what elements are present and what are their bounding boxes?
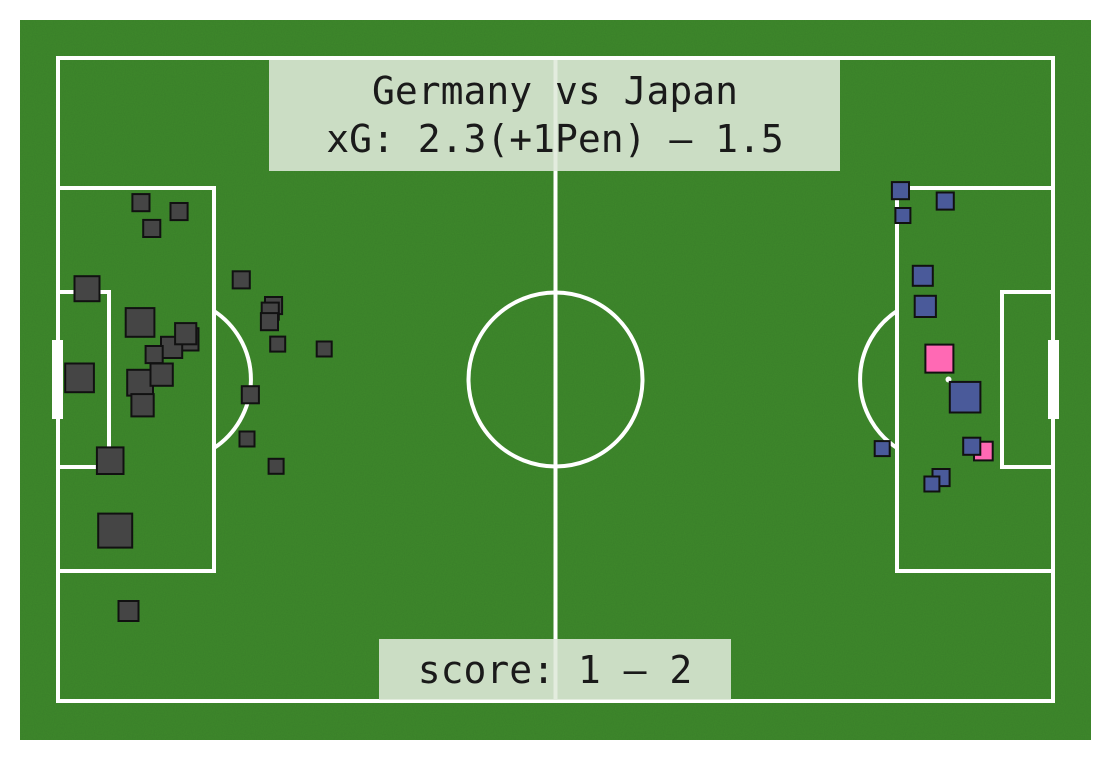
shot-marker-germany-2 [95,446,125,475]
center-spot [553,377,558,382]
shot-marker-germany-7 [130,393,155,418]
shot-marker-germany-22 [315,340,333,358]
score-box: score: 1 – 2 [379,639,731,700]
shot-marker-germany-4 [117,600,140,622]
shot-marker-japan-1 [935,191,955,211]
shot-marker-germany-21 [269,335,287,353]
shot-marker-japan-4 [911,264,934,287]
shot-marker-japan-0 [890,181,911,201]
shot-marker-germany-15 [169,202,189,222]
shot-marker-germany-6 [126,368,154,397]
shot-marker-germany-1 [73,275,101,303]
shot-marker-germany-17 [231,270,251,290]
shot-marker-germany-14 [131,193,151,213]
left-goal [52,340,63,419]
shot-marker-japan-6 [948,380,982,414]
shot-marker-germany-12 [174,322,198,346]
shot-marker-germany-3 [97,512,134,549]
chart-title: Germany vs Japan [372,69,738,113]
shot-marker-germany-20 [259,312,279,332]
shot-marker-japan-2 [894,207,912,224]
title-box: Germany vs Japan xG: 2.3(+1Pen) – 1.5 [269,60,840,171]
goal-marker-japan-5 [924,343,955,374]
shot-marker-germany-0 [64,362,95,394]
right-goal [1048,340,1059,419]
shot-marker-japan-7 [962,436,982,456]
shot-marker-germany-16 [240,385,260,405]
score-text: score: 1 – 2 [418,648,693,692]
shot-marker-japan-3 [913,294,937,318]
shot-marker-germany-24 [267,457,285,475]
shot-marker-germany-5 [124,307,156,338]
shot-marker-germany-8 [142,218,162,238]
shot-marker-germany-10 [149,362,174,387]
xg-subtitle: xG: 2.3(+1Pen) – 1.5 [326,117,784,161]
shot-marker-japan-10 [923,475,941,493]
shot-marker-japan-11 [873,440,891,458]
shot-marker-germany-9 [144,345,164,365]
shot-map-chart: Germany vs Japan xG: 2.3(+1Pen) – 1.5 sc… [20,20,1091,740]
shot-marker-germany-23 [238,430,256,448]
